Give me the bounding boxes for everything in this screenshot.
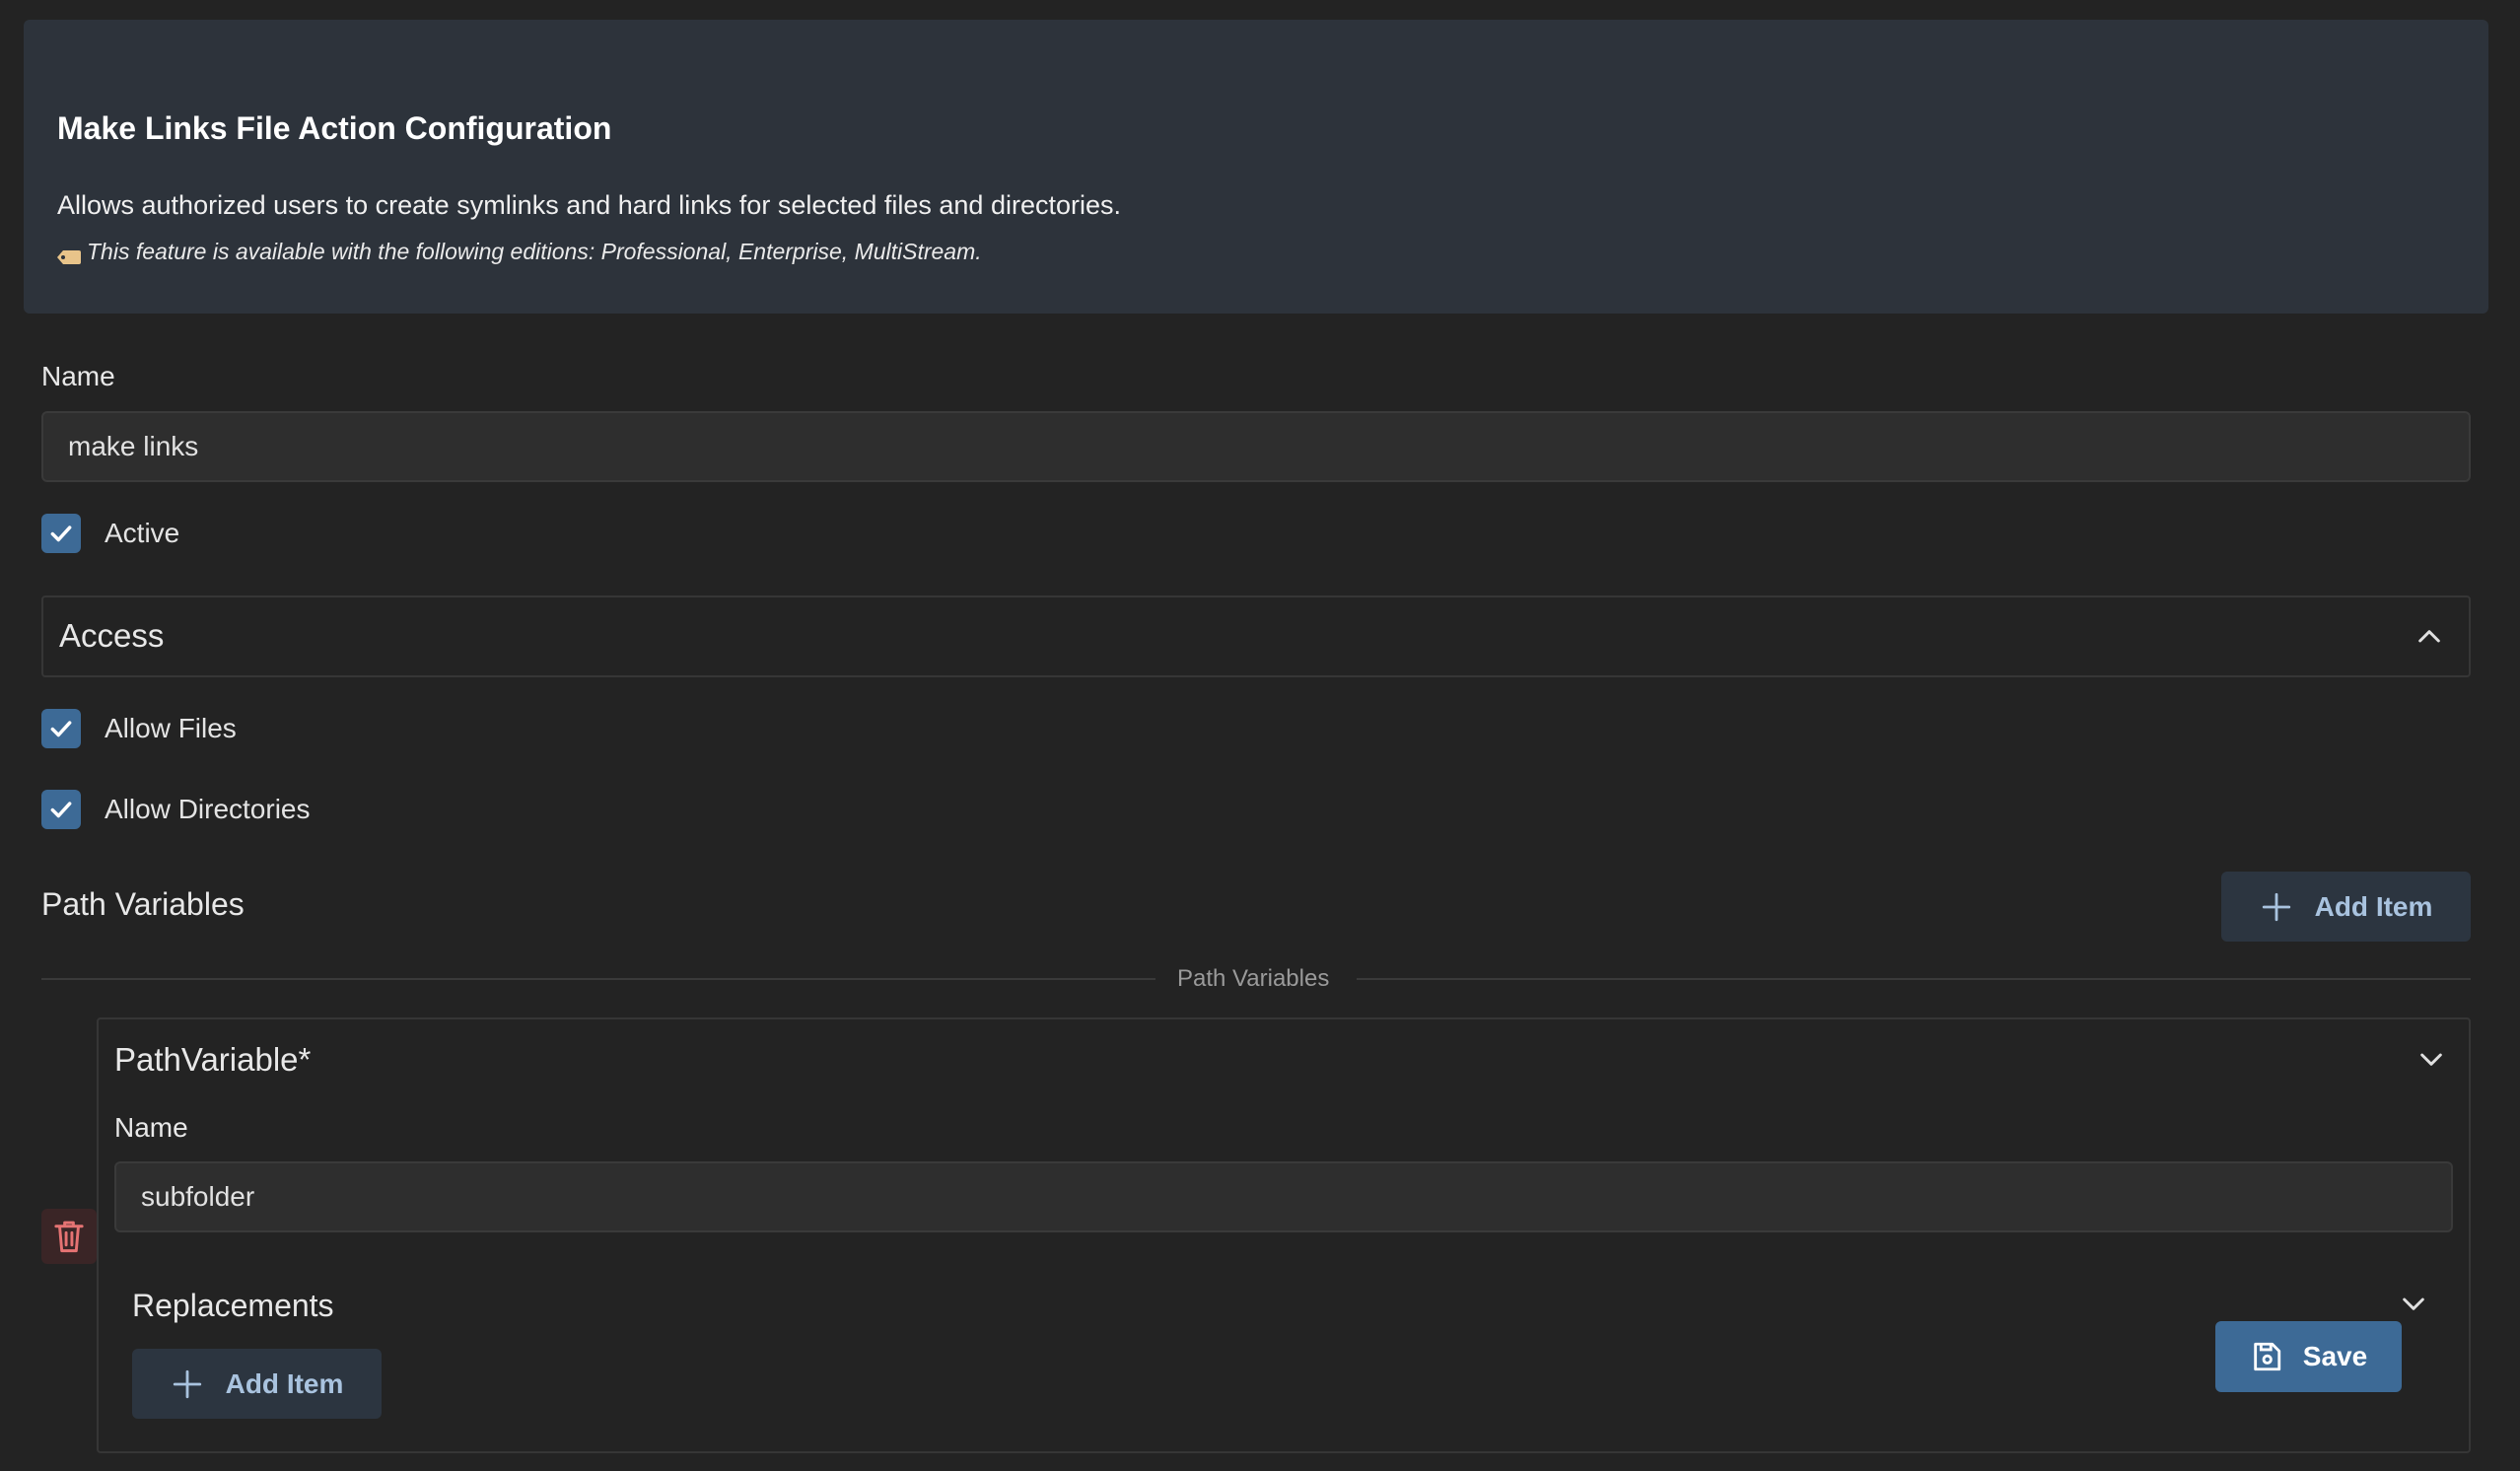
plus-icon (171, 1367, 204, 1401)
delete-path-variable-button[interactable] (41, 1209, 97, 1264)
active-checkbox-row[interactable]: Active (41, 514, 179, 553)
divider-label: Path Variables (1177, 965, 1330, 992)
add-item-label: Add Item (225, 1367, 344, 1399)
active-label: Active (105, 518, 180, 548)
path-variable-card: PathVariable* Name Replacements Add Item (97, 1017, 2471, 1453)
chevron-down-icon[interactable] (2398, 1288, 2429, 1324)
chevron-down-icon[interactable] (2415, 1043, 2447, 1080)
allow-directories-row[interactable]: Allow Directories (41, 790, 311, 829)
allow-directories-checkbox[interactable] (41, 790, 81, 829)
add-item-label: Add Item (2314, 890, 2433, 922)
allow-directories-label: Allow Directories (105, 794, 311, 824)
save-button[interactable]: Save (2215, 1321, 2402, 1392)
check-icon (50, 525, 72, 542)
name-label: Name (41, 361, 115, 391)
page-title: Make Links File Action Configuration (57, 110, 612, 146)
path-variable-name-label: Name (114, 1112, 188, 1143)
editions-note: This feature is available with the follo… (57, 239, 982, 265)
check-icon (50, 721, 72, 737)
allow-files-row[interactable]: Allow Files (41, 709, 237, 748)
save-icon (2250, 1340, 2283, 1373)
name-input[interactable] (41, 411, 2471, 482)
editions-note-text: This feature is available with the follo… (87, 239, 982, 264)
chevron-up-icon[interactable] (2414, 621, 2445, 658)
divider-left (41, 978, 1155, 980)
save-label: Save (2302, 1341, 2368, 1371)
path-variable-name-input[interactable] (114, 1161, 2453, 1232)
access-title: Access (59, 617, 165, 654)
page: Make Links File Action Configuration All… (0, 0, 2520, 1471)
trash-icon (54, 1221, 84, 1253)
check-icon (50, 802, 72, 818)
info-banner: Make Links File Action Configuration All… (24, 20, 2488, 314)
plus-icon (2260, 890, 2293, 924)
access-accordion-header[interactable]: Access (41, 595, 2471, 677)
allow-files-label: Allow Files (105, 713, 237, 743)
add-replacement-button[interactable]: Add Item (132, 1349, 382, 1419)
divider-right (1357, 978, 2471, 980)
replacements-title: Replacements (132, 1288, 334, 1323)
allow-files-checkbox[interactable] (41, 709, 81, 748)
path-variable-title: PathVariable* (114, 1041, 312, 1078)
page-description: Allows authorized users to create symlin… (57, 190, 1121, 220)
path-variables-title: Path Variables (41, 886, 245, 922)
add-path-variable-button[interactable]: Add Item (2221, 872, 2471, 942)
tag-icon (57, 245, 81, 264)
active-checkbox[interactable] (41, 514, 81, 553)
